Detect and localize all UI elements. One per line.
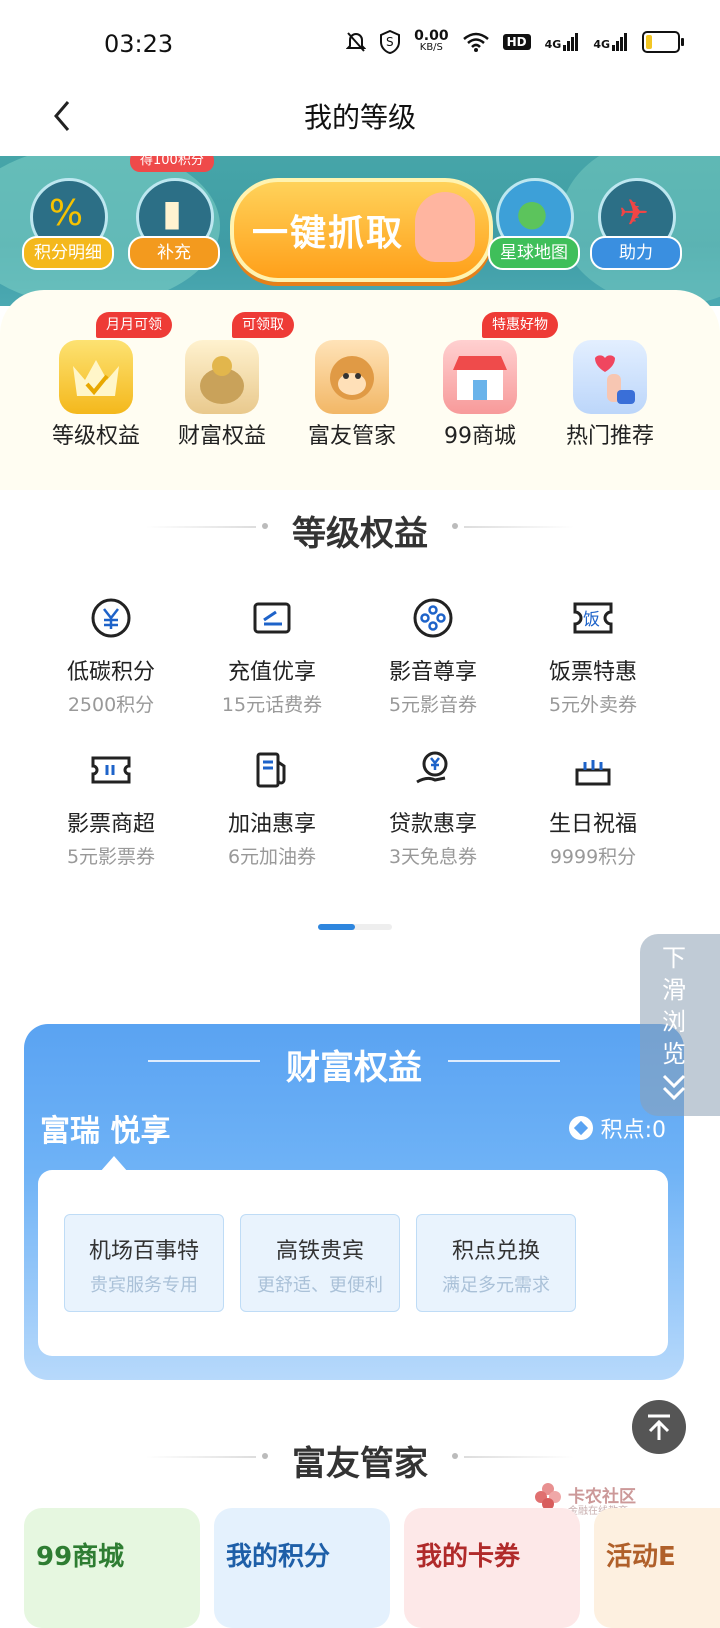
yuan-circle-icon — [91, 598, 131, 638]
service-points-exchange[interactable]: 积点兑换 满足多元需求 — [416, 1214, 576, 1312]
benefit-fuel[interactable]: 加油惠享 6元加油券 — [187, 748, 357, 869]
svg-text:S: S — [386, 35, 394, 49]
header: 我的等级 — [0, 90, 720, 156]
page-indicator-active — [318, 924, 355, 930]
status-bar: 03:23 S 0.00 KB/S HD 4G 4G — [0, 0, 720, 90]
quick-access: 月月可领 可领取 特惠好物 等级权益 财富权益 富友管家 99商城 热门推荐 — [0, 290, 720, 490]
card-activity[interactable]: 活动E — [594, 1508, 720, 1628]
benefit-meal[interactable]: 饭 饭票特惠 5元外卖券 — [508, 596, 678, 717]
benefit-movie-tickets[interactable]: 影票商超 5元影票券 — [26, 748, 196, 869]
film-reel-icon — [413, 598, 453, 638]
service-rail-vip[interactable]: 高铁贵宾 更舒适、更便利 — [240, 1214, 400, 1312]
shield-s-icon: S — [380, 30, 401, 54]
status-time: 03:23 — [104, 30, 174, 58]
game-banner: 得100积分 % 积分明细 ▮ 补充 一键抓取 ● 星球地图 ✈ 助力 — [0, 156, 720, 306]
benefit-low-carbon[interactable]: 低碳积分 2500积分 — [26, 596, 196, 717]
gas-pump-icon — [256, 752, 286, 788]
quick-99-mall[interactable]: 99商城 — [417, 340, 543, 450]
signal-4g-2: 4G — [593, 33, 628, 51]
butler-cards: 99商城 我的积分 我的卡券 活动E — [0, 1508, 720, 1628]
rocket-icon: ✈ — [618, 193, 650, 234]
signal-bars-icon — [612, 33, 627, 51]
quick-hot-picks[interactable]: 热门推荐 — [547, 340, 673, 450]
tier-tab[interactable]: 富瑞 悦享 — [40, 1106, 170, 1150]
divider — [448, 1060, 560, 1062]
divider-dot — [452, 1453, 458, 1459]
battery-icon — [642, 31, 684, 53]
section-title-level-benefits: 等级权益 — [292, 514, 428, 554]
page-indicator — [318, 924, 392, 930]
status-icons: S 0.00 KB/S HD 4G 4G — [346, 28, 684, 54]
arrow-up-icon — [648, 1414, 670, 1440]
scroll-down-label: 下滑浏览 — [662, 944, 686, 1068]
grab-all-button[interactable]: 一键抓取 — [230, 178, 493, 282]
double-chevron-down-icon — [662, 1074, 686, 1101]
scroll-down-tab[interactable]: 下滑浏览 — [640, 934, 720, 1116]
shop-icon — [443, 340, 517, 414]
wifi-icon — [462, 32, 489, 52]
diamond-icon — [568, 1116, 593, 1140]
banner-item-points-detail[interactable]: % 积分明细 — [22, 178, 114, 278]
hd-badge: HD — [502, 34, 531, 50]
planet-icon: ● — [516, 193, 548, 234]
ticket-icon — [91, 756, 131, 784]
net-speed: 0.00 KB/S — [414, 28, 449, 54]
signal-4g-1: 4G — [545, 33, 580, 51]
divider — [464, 1456, 574, 1458]
page-title: 我的等级 — [303, 101, 416, 134]
benefit-media[interactable]: 影音尊享 5元影音券 — [348, 596, 518, 717]
badge-monthly: 月月可领 — [96, 312, 172, 338]
heart-hand-icon — [573, 340, 647, 414]
reward-tag: 得100积分 — [130, 156, 214, 172]
section-title-wealth: 财富权益 — [286, 1048, 422, 1088]
benefit-recharge[interactable]: 充值优享 15元话费券 — [187, 596, 357, 717]
service-airport-vip[interactable]: 机场百事特 贵宾服务专用 — [64, 1214, 224, 1312]
hand-icon — [415, 192, 475, 262]
percent-icon: % — [48, 193, 84, 234]
svg-text:饭: 饭 — [583, 610, 600, 630]
badge-deals: 特惠好物 — [482, 312, 558, 338]
card-icon — [253, 602, 291, 634]
banner-item-boost[interactable]: ✈ 助力 — [590, 178, 682, 278]
quick-level-benefits[interactable]: 等级权益 — [33, 340, 159, 450]
net-speed-unit: KB/S — [419, 42, 443, 53]
card-my-coupons[interactable]: 我的卡券 — [404, 1508, 580, 1628]
wealth-benefits-card: 财富权益 富瑞 悦享 积点:0 机场百事特 贵宾服务专用 高铁贵宾 更舒适、更便… — [24, 1024, 684, 1380]
divider-dot — [452, 523, 458, 529]
quick-butler[interactable]: 富友管家 — [289, 340, 415, 450]
wealth-services: 机场百事特 贵宾服务专用 高铁贵宾 更舒适、更便利 积点兑换 满足多元需求 — [38, 1170, 668, 1356]
cake-icon — [575, 760, 611, 786]
quick-wealth-benefits[interactable]: 财富权益 — [159, 340, 285, 450]
points-display: 积点:0 — [568, 1112, 666, 1144]
card-my-points[interactable]: 我的积分 — [214, 1508, 390, 1628]
back-to-top-button[interactable] — [632, 1400, 686, 1454]
divider — [464, 526, 574, 528]
loan-hand-icon — [416, 751, 448, 784]
net-speed-value: 0.00 — [414, 28, 449, 44]
card-99-mall[interactable]: 99商城 — [24, 1508, 200, 1628]
monkey-mascot-icon — [315, 340, 389, 414]
cup-icon: ▮ — [162, 193, 182, 234]
benefit-birthday[interactable]: 生日祝福 9999积分 — [508, 748, 678, 869]
meal-ticket-icon: 饭 — [573, 602, 613, 634]
banner-item-planet-map[interactable]: ● 星球地图 — [488, 178, 580, 278]
banner-item-supplement[interactable]: ▮ 补充 — [128, 178, 220, 278]
benefit-loan[interactable]: 贷款惠享 3天免息券 — [348, 748, 518, 869]
money-bag-icon — [185, 340, 259, 414]
crown-icon — [59, 340, 133, 414]
signal-bars-icon — [563, 33, 579, 51]
section-title-butler: 富友管家 — [292, 1444, 428, 1484]
badge-claimable: 可领取 — [232, 312, 294, 338]
mute-bell-icon — [346, 32, 367, 52]
